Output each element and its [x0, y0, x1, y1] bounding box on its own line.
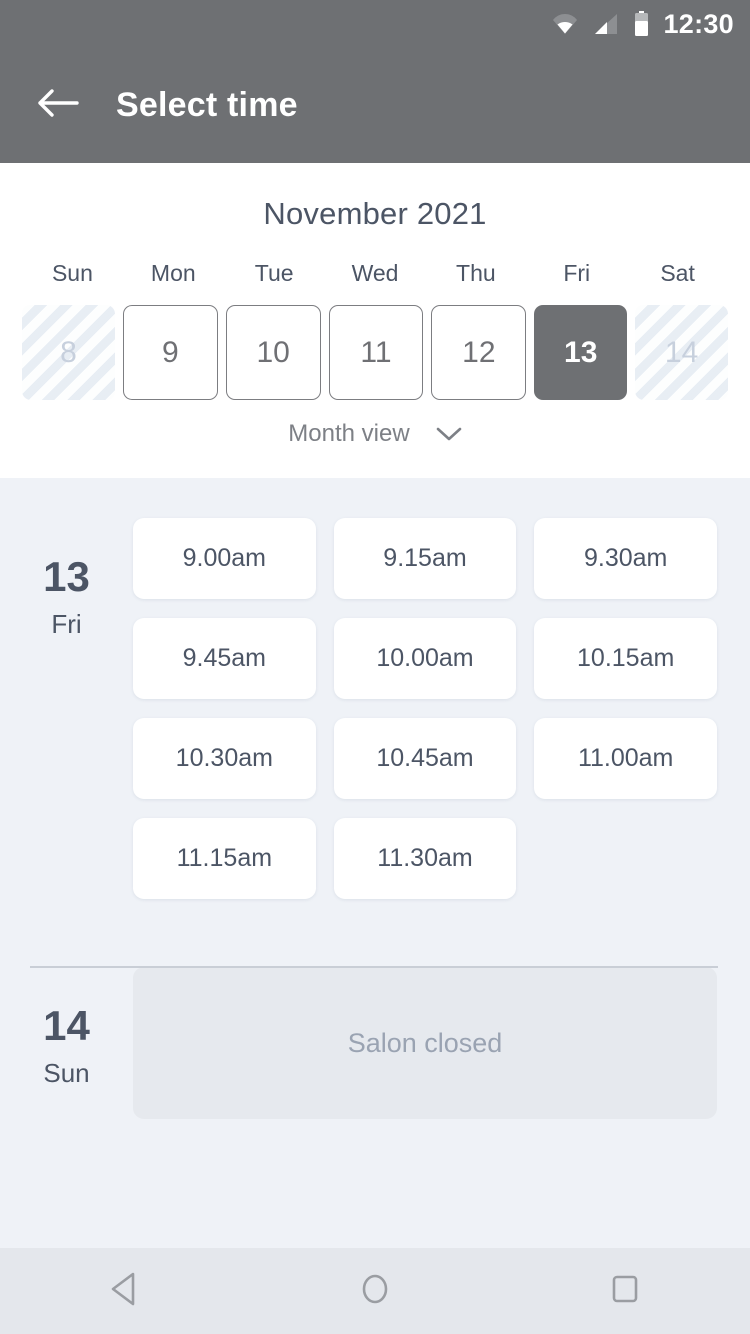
day-weekday: Sun — [43, 1058, 90, 1088]
dow-fri: Fri — [563, 260, 591, 286]
date-cell-11[interactable]: 11 — [328, 305, 424, 400]
time-slot[interactable]: 10.45am — [333, 718, 517, 799]
home-circle-icon — [358, 1271, 392, 1312]
date-cell-8: 8 — [22, 305, 115, 400]
month-view-toggle[interactable]: Month view — [0, 420, 750, 448]
day-number: 14 — [43, 1002, 90, 1049]
app-screen: 12:30 Select time November 2021 Sun Mon … — [0, 0, 750, 1334]
dow-mon: Mon — [150, 260, 196, 286]
dow-thu: Thu — [456, 260, 496, 286]
date-cell-10[interactable]: 10 — [225, 305, 321, 400]
calendar-section: November 2021 Sun Mon Tue Wed Thu Fri Sa… — [0, 163, 750, 478]
time-slot[interactable]: 11.30am — [333, 818, 517, 899]
salon-closed-card: Salon closed — [133, 967, 717, 1119]
status-clock: 12:30 — [663, 8, 734, 39]
status-bar: 12:30 — [0, 0, 750, 48]
nav-back-button[interactable] — [80, 1248, 170, 1334]
recents-square-icon — [608, 1271, 642, 1312]
status-icons — [552, 11, 649, 37]
wifi-icon — [552, 13, 578, 35]
date-strip: 8 9 10 11 12 13 14 — [0, 305, 750, 400]
page-title: Select time — [116, 86, 298, 124]
day-weekday: Fri — [51, 609, 82, 639]
month-title: November 2021 — [263, 196, 487, 231]
time-slot[interactable]: 9.45am — [133, 618, 316, 699]
day-block-14: 14 Sun Salon closed — [0, 899, 750, 1119]
time-slot[interactable]: 11.00am — [534, 718, 717, 799]
dow-wed: Wed — [351, 260, 399, 286]
nav-home-button[interactable] — [330, 1248, 420, 1334]
back-button[interactable] — [22, 70, 94, 142]
back-triangle-icon — [108, 1271, 142, 1312]
signal-icon — [594, 13, 618, 35]
time-slot[interactable]: 9.15am — [333, 518, 517, 599]
date-cell-12[interactable]: 12 — [431, 305, 527, 400]
time-slot[interactable]: 9.30am — [534, 518, 717, 599]
arrow-left-icon — [37, 87, 79, 124]
day-block-13: 13 Fri 9.00am 9.15am 9.30am 9.45am 10.00… — [0, 478, 750, 899]
day-of-week-header: Sun Mon Tue Wed Thu Fri Sat — [0, 260, 750, 287]
dow-sun: Sun — [51, 260, 93, 286]
battery-icon — [634, 11, 649, 37]
time-slot[interactable]: 9.00am — [133, 518, 316, 599]
nav-recents-button[interactable] — [580, 1248, 670, 1334]
month-view-label: Month view — [288, 420, 410, 447]
app-bar: Select time — [0, 48, 750, 163]
day-label-14: 14 Sun — [0, 967, 133, 1119]
day-number: 13 — [43, 553, 90, 600]
time-slot[interactable]: 11.15am — [133, 818, 316, 899]
slots-section: 13 Fri 9.00am 9.15am 9.30am 9.45am 10.00… — [0, 478, 750, 1248]
day-label-13: 13 Fri — [0, 518, 133, 899]
time-slot-grid: 9.00am 9.15am 9.30am 9.45am 10.00am 10.1… — [133, 518, 750, 899]
android-nav-bar — [0, 1248, 750, 1334]
time-slot[interactable]: 10.30am — [133, 718, 316, 799]
dow-sat: Sat — [660, 260, 695, 286]
date-cell-13[interactable]: 13 — [534, 305, 628, 400]
dow-tue: Tue — [254, 260, 294, 286]
section-divider — [30, 966, 718, 968]
time-slot[interactable]: 10.00am — [333, 618, 517, 699]
date-cell-9[interactable]: 9 — [122, 305, 218, 400]
chevron-down-icon — [436, 426, 462, 442]
date-cell-14: 14 — [635, 305, 729, 400]
time-slot[interactable]: 10.15am — [534, 618, 717, 699]
